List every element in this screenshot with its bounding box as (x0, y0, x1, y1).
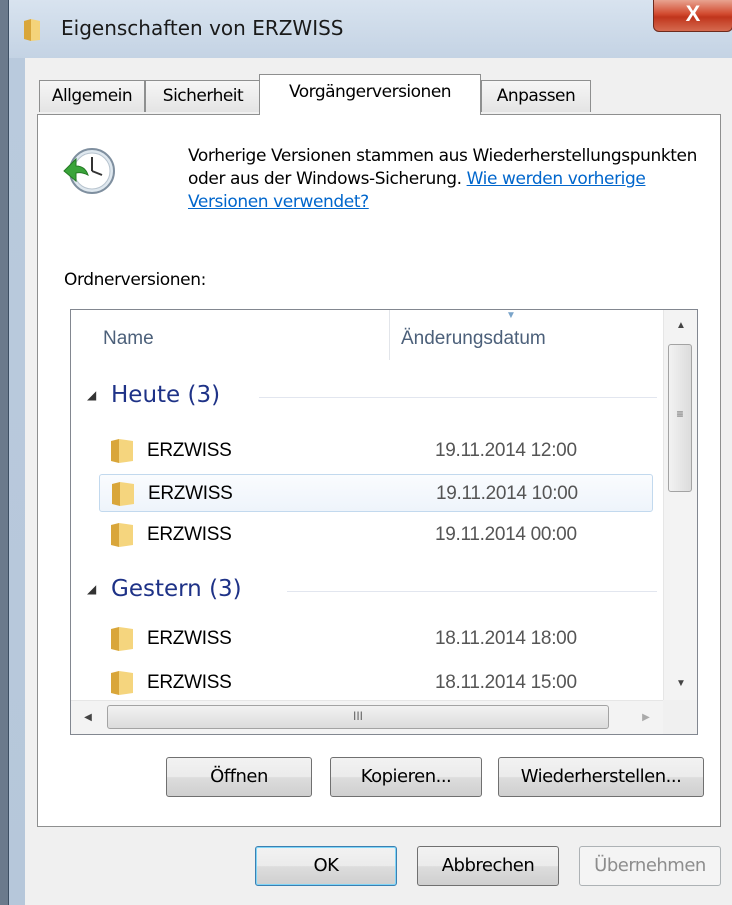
horizontal-scrollbar[interactable]: ◀ III ▶ (71, 700, 663, 734)
vertical-scrollbar[interactable]: ▲ ≡ ▼ (663, 310, 697, 700)
apply-button[interactable]: Übernehmen (579, 846, 721, 886)
copy-button[interactable]: Kopieren... (330, 757, 482, 797)
row-name: ERZWISS (147, 440, 232, 461)
folder-icon (111, 523, 133, 547)
list-row-selected[interactable]: ERZWISS 19.11.2014 10:00 (99, 474, 653, 512)
tab-sicherheit[interactable]: Sicherheit (145, 80, 261, 112)
folder-icon (112, 482, 134, 506)
folder-icon (111, 627, 133, 651)
tab-anpassen[interactable]: Anpassen (481, 80, 591, 112)
list-row[interactable]: ERZWISS 19.11.2014 12:00 (99, 432, 653, 470)
versions-list[interactable]: Name ▼ Änderungsdatum ◢ Heute (3) ERZWIS… (70, 309, 698, 735)
collapse-arrow-icon[interactable]: ◢ (87, 582, 96, 596)
group-divider (259, 397, 657, 398)
window-title: Eigenschaften von ERZWISS (61, 16, 344, 40)
collapse-arrow-icon[interactable]: ◢ (87, 388, 96, 402)
group-header-yesterday[interactable]: ◢ Gestern (3) (87, 576, 657, 608)
scroll-left-icon[interactable]: ◀ (71, 701, 105, 734)
scroll-corner (663, 700, 697, 734)
folder-icon (24, 19, 40, 41)
group-title: Heute (3) (111, 382, 221, 408)
column-separator[interactable] (389, 310, 390, 360)
close-button[interactable]: X (653, 0, 732, 32)
restore-button[interactable]: Wiederherstellen... (498, 757, 704, 797)
ok-button[interactable]: OK (255, 846, 397, 886)
tab-strip: Allgemein Sicherheit Vorgängerversionen … (39, 74, 719, 115)
row-date: 19.11.2014 10:00 (436, 483, 578, 504)
properties-window: Eigenschaften von ERZWISS X Allgemein Si… (8, 0, 732, 905)
tab-panel-previous-versions: Vorherige Versionen stammen aus Wiederhe… (37, 114, 721, 827)
row-name: ERZWISS (147, 628, 232, 649)
row-name: ERZWISS (147, 524, 232, 545)
list-row[interactable]: ERZWISS 19.11.2014 00:00 (99, 516, 653, 554)
dialog-body: Allgemein Sicherheit Vorgängerversionen … (25, 58, 732, 905)
scroll-right-icon[interactable]: ▶ (629, 701, 663, 734)
group-divider (287, 591, 657, 592)
column-name[interactable]: Name (103, 328, 154, 350)
row-date: 18.11.2014 15:00 (435, 672, 577, 693)
row-date: 18.11.2014 18:00 (435, 628, 577, 649)
close-icon: X (685, 1, 701, 26)
row-date: 19.11.2014 12:00 (435, 440, 577, 461)
restore-clock-icon (63, 148, 115, 194)
list-column-header: Name ▼ Änderungsdatum (71, 310, 663, 370)
scroll-down-icon[interactable]: ▼ (664, 668, 697, 700)
vertical-scroll-thumb[interactable]: ≡ (668, 344, 692, 492)
sort-arrow-icon: ▼ (506, 310, 516, 321)
open-button[interactable]: Öffnen (166, 757, 312, 797)
scroll-up-icon[interactable]: ▲ (664, 310, 697, 342)
cancel-button[interactable]: Abbrechen (417, 846, 559, 886)
tab-allgemein[interactable]: Allgemein (39, 80, 145, 112)
title-bar[interactable]: Eigenschaften von ERZWISS X (9, 0, 732, 58)
tab-vorgaengerversionen[interactable]: Vorgängerversionen (259, 74, 481, 115)
grip-icon: III (352, 709, 363, 723)
folder-versions-label: Ordnerversionen: (64, 270, 206, 290)
row-name: ERZWISS (148, 483, 233, 504)
list-row[interactable]: ERZWISS 18.11.2014 15:00 (99, 664, 653, 702)
list-row[interactable]: ERZWISS 18.11.2014 18:00 (99, 620, 653, 658)
group-title: Gestern (3) (111, 576, 242, 602)
folder-icon (111, 439, 133, 463)
folder-icon (111, 671, 133, 695)
horizontal-scroll-thumb[interactable]: III (107, 705, 609, 729)
column-modified-date[interactable]: Änderungsdatum (401, 328, 546, 350)
row-name: ERZWISS (147, 672, 232, 693)
grip-icon: ≡ (676, 407, 684, 421)
group-header-today[interactable]: ◢ Heute (3) (87, 382, 657, 414)
row-date: 19.11.2014 00:00 (435, 524, 577, 545)
info-text: Vorherige Versionen stammen aus Wiederhe… (188, 146, 697, 212)
